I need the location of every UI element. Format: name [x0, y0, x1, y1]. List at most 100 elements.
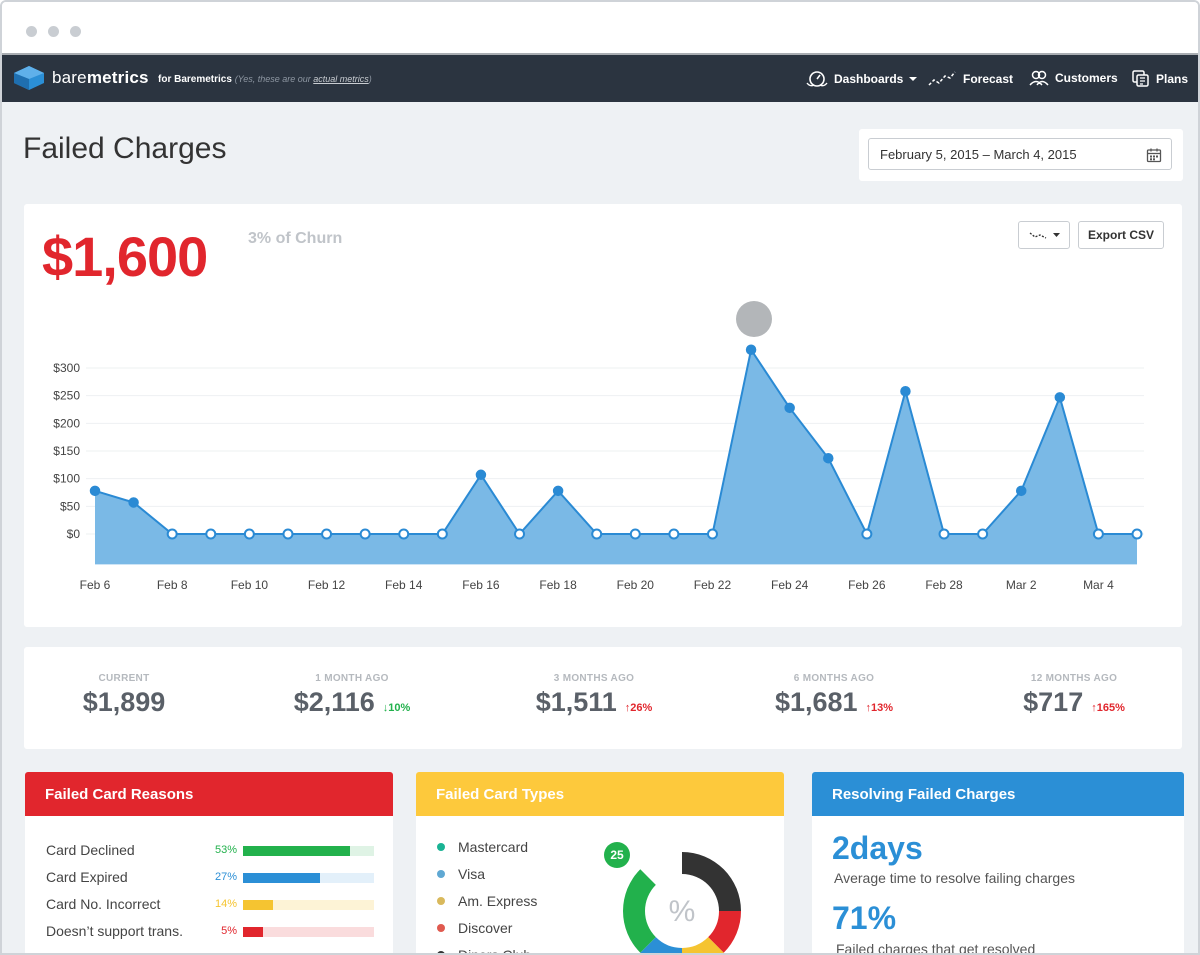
donut-slice[interactable] — [623, 869, 656, 953]
nav-dashboards[interactable]: Dashboards — [806, 70, 918, 88]
main-content: Failed Charges February 5, 2015 – March … — [2, 102, 1198, 955]
data-point[interactable] — [1054, 392, 1066, 403]
data-point[interactable] — [668, 528, 680, 540]
data-point[interactable] — [591, 528, 603, 540]
y-tick-label: $250 — [53, 389, 80, 403]
stat-change-up: ↑26% — [624, 702, 653, 714]
y-tick-label: $50 — [60, 499, 80, 513]
data-point[interactable] — [1092, 528, 1104, 540]
stat-change-value: 10% — [388, 702, 411, 714]
date-range-picker[interactable]: February 5, 2015 – March 4, 2015 — [868, 138, 1172, 170]
baremetrics-logo-icon[interactable] — [13, 65, 45, 91]
card-type-legend-item: Visa — [437, 866, 485, 882]
panel-title: Failed Card Reasons — [25, 772, 393, 816]
nav-dashboards-label: Dashboards — [834, 72, 904, 86]
stat-change-value: 165% — [1096, 702, 1125, 714]
brand-light: bare — [52, 68, 87, 87]
reason-label: Card No. Incorrect — [46, 896, 161, 912]
actual-metrics-link[interactable]: actual metrics — [313, 74, 369, 84]
reason-bar-fill — [243, 873, 321, 883]
card-type-label: Diners Club — [458, 947, 532, 955]
data-point[interactable] — [938, 528, 950, 540]
forecast-icon — [928, 71, 956, 86]
data-point[interactable] — [321, 528, 333, 540]
data-point[interactable] — [398, 528, 410, 540]
data-point[interactable] — [745, 344, 757, 355]
x-tick-label: Feb 22 — [694, 578, 732, 592]
brand-bold: metrics — [86, 68, 149, 87]
data-point[interactable] — [1131, 528, 1143, 540]
nav-customers[interactable]: Customers — [1029, 70, 1118, 86]
data-point[interactable] — [629, 528, 641, 540]
stat-change-up: ↑13% — [865, 702, 894, 714]
data-point[interactable] — [89, 485, 101, 497]
window-minimize-dot[interactable] — [48, 26, 59, 37]
data-point[interactable] — [784, 402, 795, 414]
failed-charges-area-chart: $0 $50 $100 $150 $200 $250 $300 Feb 6 Feb 8 Feb 1… — [53, 344, 1144, 592]
browser-chrome — [2, 2, 1198, 55]
window-close-dot[interactable] — [26, 26, 37, 37]
caret-down-icon — [909, 77, 918, 81]
card-type-legend-item: Mastercard — [437, 839, 528, 855]
panel-title: Resolving Failed Charges — [812, 772, 1184, 816]
x-tick-label: Feb 6 — [80, 578, 111, 592]
stat-label: 3 MONTHS AGO — [553, 673, 635, 684]
data-point[interactable] — [900, 385, 911, 397]
stat-3-months-ago: 3 MONTHS AGO $1,511 ↑26% — [494, 673, 694, 718]
panel-title: Failed Card Types — [416, 772, 784, 816]
reason-bar-fill — [243, 927, 263, 937]
x-tick-label: Feb 28 — [925, 578, 963, 592]
data-point[interactable] — [128, 497, 139, 508]
nav-plans[interactable]: Plans — [1132, 70, 1188, 88]
reason-bar-track — [243, 873, 374, 883]
data-point[interactable] — [514, 528, 526, 540]
card-type-legend-item: Am. Express — [437, 893, 537, 909]
x-tick-label: Mar 4 — [1083, 578, 1114, 592]
data-point[interactable] — [977, 528, 989, 540]
browser-window: baremetrics for Baremetrics (Yes, these … — [0, 0, 1200, 955]
dashboard-icon — [806, 71, 828, 87]
date-range-value: February 5, 2015 – March 4, 2015 — [880, 147, 1077, 162]
y-tick-label: $300 — [53, 361, 80, 375]
data-point[interactable] — [282, 528, 294, 540]
failed-card-types-panel: Failed Card Types Mastercard Visa Am. Expr… — [416, 772, 784, 955]
data-point[interactable] — [359, 528, 371, 540]
window-maximize-dot[interactable] — [70, 26, 81, 37]
legend-dot — [437, 870, 445, 878]
stat-current: CURRENT $1,899 — [24, 673, 224, 718]
reason-percentage: 5% — [221, 925, 237, 937]
plans-icon — [1132, 70, 1149, 87]
stat-6-months-ago: 6 MONTHS AGO $1,681 ↑13% — [734, 673, 934, 718]
calendar-icon[interactable] — [1146, 147, 1162, 163]
data-point[interactable] — [436, 528, 448, 540]
resolving-failed-charges-panel: Resolving Failed Charges 2days Average t… — [812, 772, 1184, 955]
stat-value: $717 — [1023, 687, 1084, 717]
nav-forecast[interactable]: Forecast — [927, 70, 1013, 88]
x-tick-label: Feb 20 — [617, 578, 655, 592]
reason-bar-track — [243, 900, 374, 910]
x-tick-label: Feb 10 — [231, 578, 269, 592]
brand-name[interactable]: baremetrics — [52, 68, 149, 88]
data-point[interactable] — [1015, 485, 1027, 497]
stat-change-value: 26% — [630, 702, 653, 714]
card-type-label: Mastercard — [458, 839, 529, 855]
data-point[interactable] — [166, 528, 178, 540]
card-type-label: Am. Express — [458, 893, 538, 909]
data-point[interactable] — [823, 452, 834, 464]
nav-customers-label: Customers — [1055, 71, 1118, 85]
resolved-percentage-value: 71% — [832, 900, 897, 936]
data-point[interactable] — [706, 528, 718, 540]
x-tick-label: Feb 26 — [848, 578, 886, 592]
data-point[interactable] — [552, 485, 564, 497]
historical-stats-card: CURRENT $1,899 1 MONTH AGO $2,116 ↓10% 3 … — [24, 647, 1182, 749]
stat-label: 6 MONTHS AGO — [793, 673, 875, 684]
data-point[interactable] — [205, 528, 217, 540]
x-tick-label: Feb 18 — [539, 578, 577, 592]
data-point[interactable] — [243, 528, 255, 540]
data-point[interactable] — [861, 528, 873, 540]
data-point[interactable] — [475, 469, 487, 481]
x-tick-label: Feb 12 — [308, 578, 346, 592]
resolved-percentage-caption: Failed charges that get resolved — [836, 941, 1036, 955]
customers-icon — [1029, 70, 1049, 86]
x-tick-label: Feb 24 — [771, 578, 809, 592]
